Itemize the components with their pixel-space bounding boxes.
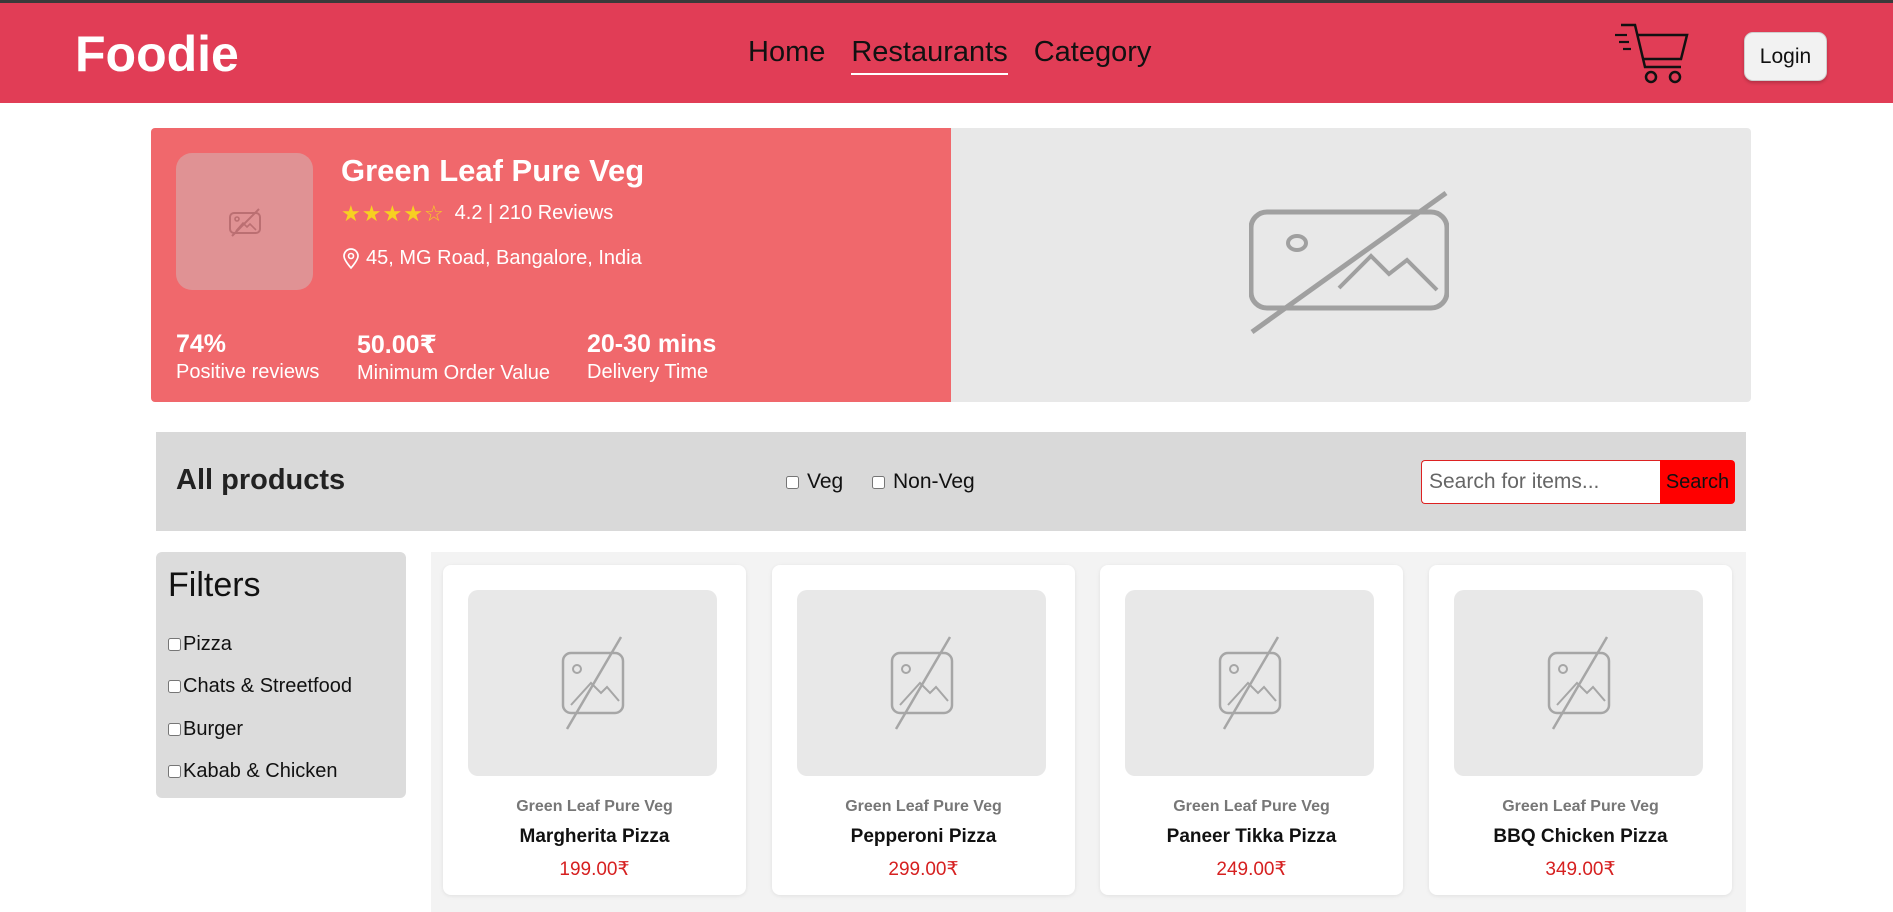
category-filter-burger[interactable]: Burger [168,718,243,741]
stat-value: 20-30 mins [587,330,717,358]
navbar: Foodie Home Restaurants Category Login [0,3,1893,103]
non-veg-checkbox[interactable] [872,475,885,489]
stat-label: Minimum Order Value [357,362,551,384]
restaurant-banner: Green Leaf Pure Veg ★ ★ ★ ★ ☆ 4.2 | 210 … [151,128,1751,402]
category-checkbox[interactable] [168,765,181,778]
rating-stars: ★ ★ ★ ★ ☆ [341,200,445,226]
filters-title: Filters [168,566,261,604]
stat-delivery-time: 20-30 mins Delivery Time [587,330,716,384]
star-filled-icon: ★ [403,200,423,226]
product-image-placeholder [1454,590,1703,776]
search-input[interactable] [1421,460,1661,504]
category-filter-chats[interactable]: Chats & Streetfood [168,675,352,698]
restaurant-rating: ★ ★ ★ ★ ☆ 4.2 | 210 Reviews [341,202,613,225]
product-price: 299.00₹ [888,859,959,880]
category-label: Kabab & Chicken [183,760,338,782]
nav-restaurants-link[interactable]: Restaurants [851,36,1008,75]
product-price: 249.00₹ [1216,859,1287,880]
broken-image-icon [890,636,953,730]
location-pin-icon [343,247,359,269]
category-filter-pizza[interactable]: Pizza [168,633,232,656]
stat-label: Delivery Time [587,361,709,383]
product-price: 349.00₹ [1545,859,1616,880]
star-filled-icon: ★ [361,200,382,226]
broken-image-icon [1249,190,1449,335]
broken-image-icon [228,207,261,237]
product-price: 199.00₹ [559,859,630,880]
product-card[interactable]: Green Leaf Pure Veg Paneer Tikka Pizza 2… [1100,565,1403,895]
category-label: Burger [183,718,244,740]
filters-sidebar: Filters Pizza Chats & Streetfood Burger … [156,552,406,798]
category-checkbox[interactable] [168,638,181,651]
address-text: 45, MG Road, Bangalore, India [366,247,642,269]
star-outline-icon: ☆ [423,200,444,226]
product-card[interactable]: Green Leaf Pure Veg Margherita Pizza 199… [443,565,746,895]
product-image-placeholder [1125,590,1374,776]
product-name: Margherita Pizza [519,826,670,847]
search-button[interactable]: Search [1660,460,1735,504]
veg-filter[interactable]: Veg [786,470,843,494]
product-card[interactable]: Green Leaf Pure Veg Pepperoni Pizza 299.… [772,565,1075,895]
product-name: Pepperoni Pizza [850,826,997,847]
restaurant-logo-placeholder [176,153,313,290]
product-name: Paneer Tikka Pizza [1166,826,1337,847]
non-veg-filter[interactable]: Non-Veg [872,470,975,494]
broken-image-icon [1547,636,1610,730]
product-card[interactable]: Green Leaf Pure Veg BBQ Chicken Pizza 34… [1429,565,1732,895]
restaurant-address: 45, MG Road, Bangalore, India [341,247,642,270]
stat-minimum-order: 50.00₹ Minimum Order Value [357,330,550,385]
star-filled-icon: ★ [382,200,403,226]
product-image-placeholder [797,590,1046,776]
category-filter-kabab[interactable]: Kabab & Chicken [168,760,338,783]
stat-value: 74% [176,330,227,358]
products-toolbar: All products Veg Non-Veg Search [156,432,1746,531]
product-restaurant: Green Leaf Pure Veg [845,798,1002,815]
product-restaurant: Green Leaf Pure Veg [1502,798,1659,815]
product-restaurant: Green Leaf Pure Veg [1173,798,1330,815]
category-checkbox[interactable] [168,680,181,693]
restaurant-name: Green Leaf Pure Veg [341,153,645,188]
cart-icon[interactable] [1613,21,1691,87]
restaurant-info-panel: Green Leaf Pure Veg ★ ★ ★ ★ ☆ 4.2 | 210 … [151,128,951,402]
star-filled-icon: ★ [341,200,361,226]
veg-checkbox[interactable] [786,475,799,489]
login-button[interactable]: Login [1744,32,1827,81]
product-restaurant: Green Leaf Pure Veg [516,798,673,815]
broken-image-icon [561,636,624,730]
category-label: Chats & Streetfood [183,675,352,697]
stat-label: Positive reviews [176,361,320,383]
veg-label: Veg [807,470,844,493]
category-checkbox[interactable] [168,723,181,736]
non-veg-label: Non-Veg [893,470,975,493]
stat-value: 50.00₹ [357,331,437,359]
restaurant-cover-image [951,128,1751,402]
brand-logo[interactable]: Foodie [75,25,239,83]
nav-home-link[interactable]: Home [748,36,825,75]
stat-positive-reviews: 74% Positive reviews [176,330,319,384]
nav-links: Home Restaurants Category [748,36,1177,75]
products-title: All products [176,464,346,496]
product-image-placeholder [468,590,717,776]
rating-text: 4.2 | 210 Reviews [454,202,614,224]
category-label: Pizza [183,633,232,655]
product-grid: Green Leaf Pure Veg Margherita Pizza 199… [431,552,1746,912]
product-name: BBQ Chicken Pizza [1493,826,1668,847]
broken-image-icon [1218,636,1281,730]
nav-category-link[interactable]: Category [1034,36,1152,75]
